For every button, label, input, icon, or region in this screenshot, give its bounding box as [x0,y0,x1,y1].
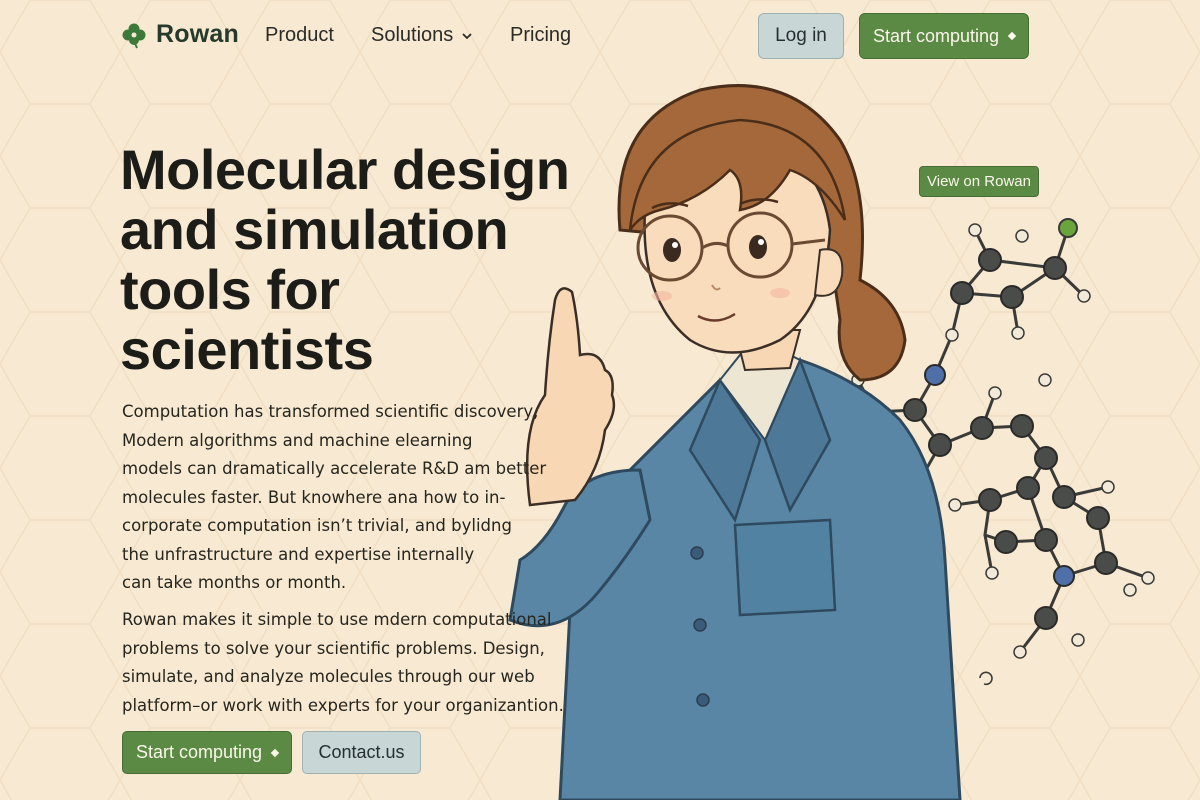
hero-title: Molecular design and simulation tools fo… [120,138,570,381]
chevron-down-icon [462,32,472,39]
login-button[interactable]: Log in [758,13,844,59]
paragraph-line: Computation has transformed scientific d… [122,402,539,421]
hero-paragraph-intro: Computation has transformed scientific d… [122,398,547,598]
paragraph-line: problems to solve your scientific proble… [122,638,545,658]
diamond-icon [270,748,280,757]
paragraph-line: corporate computation isn’t trivial, and… [122,516,512,535]
nav-solutions-label: Solutions [371,24,454,46]
start-computing-hero-button[interactable]: Start computing [122,731,292,774]
view-on-rowan-button[interactable]: View on Rowan [919,166,1039,197]
nav-solutions-dropdown[interactable]: Solutions [371,24,473,47]
paragraph-line: platform–or work with experts for your o… [122,695,564,715]
paragraph-line: Modern algorithms and machine elearning [122,430,473,450]
start-computing-nav-button[interactable]: Start computing [859,13,1029,59]
paragraph-line: the unfrastructure and expertise interna… [122,544,475,564]
paragraph-line: simulate, and analyze molecules through … [122,667,535,686]
nav-pricing-link[interactable]: Pricing [510,24,571,47]
start-computing-label: Start computing [872,25,1000,46]
start-computing-label: Start computing [135,742,263,762]
paragraph-line: molecules faster. But knowhere ana how t… [122,487,506,507]
paragraph-line: can take months or month. [122,573,347,592]
contact-us-button[interactable]: Contact.us [302,731,421,774]
paragraph-line: Rowan makes it simple to use mdern compu… [122,610,552,629]
brand-name: Rowan [156,20,239,48]
paragraph-line: models can dramatically accelerate R&D a… [122,459,547,478]
nav-product-link[interactable]: Product [265,24,334,47]
clover-logo-icon [122,23,146,48]
top-navigation: Rowan Product Solutions Pricing Log in S… [0,0,1200,72]
hero-paragraph-rowan: Rowan makes it simple to use mdern compu… [122,606,564,720]
brand-logo[interactable]: Rowan [120,20,239,49]
diamond-icon [1007,31,1017,41]
